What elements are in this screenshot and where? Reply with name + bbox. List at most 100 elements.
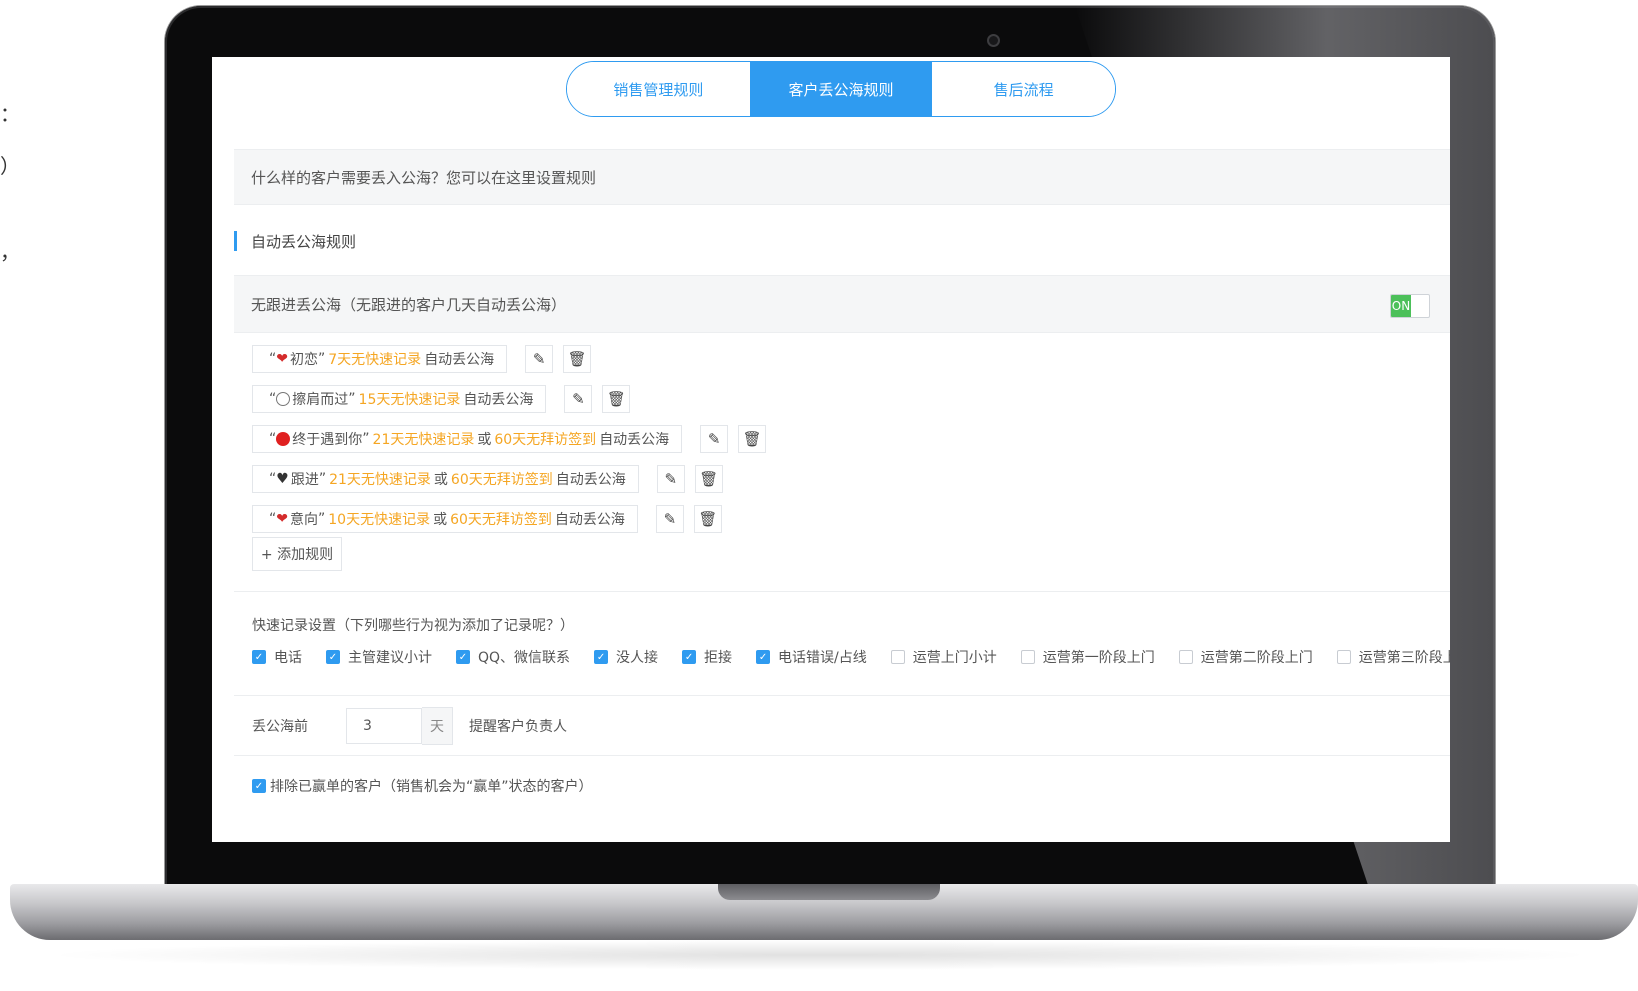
pencil-icon: ✎ bbox=[664, 470, 678, 488]
delete-rule-button[interactable]: 🗑 bbox=[563, 345, 592, 373]
section-title-text: 自动丢公海规则 bbox=[251, 232, 357, 251]
rule-condition: 21天无快速记录 bbox=[329, 472, 431, 488]
option-stage3-visit[interactable]: 运营第三阶段上门 bbox=[1336, 647, 1450, 667]
option-rejected[interactable]: ✓ 拒接 bbox=[682, 647, 732, 667]
edit-rule-button[interactable]: ✎ bbox=[525, 345, 554, 373]
option-label: 运营上门小计 bbox=[912, 650, 997, 666]
rule-text: “ 擦肩而过 ” 15天无快速记录 自动丢公海 bbox=[252, 385, 547, 413]
edit-rule-button[interactable]: ✎ bbox=[564, 385, 593, 413]
rule-condition-2: 60天无拜访签到 bbox=[450, 472, 553, 488]
checkbox[interactable]: ✓ bbox=[756, 650, 771, 664]
option-stage2-visit[interactable]: 运营第二阶段上门 bbox=[1178, 647, 1313, 667]
rule-stage-name: 终于遇到你 bbox=[292, 432, 363, 448]
delete-rule-button[interactable]: 🗑 bbox=[694, 465, 723, 493]
exclude-won-option[interactable]: ✓ 排除已赢单的客户（销售机会为“赢单”状态的客户） bbox=[252, 776, 593, 796]
tab-customer-pool-rules[interactable]: 客户丢公海规则 bbox=[749, 62, 933, 116]
rule-condition: 21天无快速记录 bbox=[372, 432, 475, 448]
circle-empty-icon bbox=[276, 392, 291, 406]
remind-days-input[interactable]: 3 bbox=[346, 708, 422, 744]
exclude-won-label: 排除已赢单的客户（销售机会为“赢单”状态的客户） bbox=[270, 779, 593, 795]
checkbox[interactable]: ✓ bbox=[252, 650, 266, 664]
laptop-shadow bbox=[40, 940, 1600, 970]
quote-close: ” bbox=[348, 391, 356, 407]
option-qq-wechat[interactable]: ✓ QQ、微信联系 bbox=[456, 647, 570, 667]
checkbox[interactable]: ✓ bbox=[682, 650, 697, 664]
quote-close: ” bbox=[318, 471, 327, 487]
pencil-icon: ✎ bbox=[663, 510, 677, 528]
option-supervisor-note[interactable]: ✓ 主管建议小计 bbox=[326, 647, 432, 667]
checkbox[interactable] bbox=[1178, 650, 1193, 664]
rule-suffix: 自动丢公海 bbox=[463, 392, 534, 408]
option-ops-visit[interactable]: 运营上门小计 bbox=[890, 647, 997, 667]
rule-text: “ ❤ 初恋 ” 7天无快速记录 自动丢公海 bbox=[252, 345, 508, 373]
edit-rule-button[interactable]: ✎ bbox=[656, 465, 685, 493]
checkbox[interactable] bbox=[1020, 650, 1035, 664]
trash-icon: 🗑 bbox=[742, 430, 762, 448]
remind-row: 丢公海前 3 天 提醒客户负责人 bbox=[252, 707, 567, 745]
delete-rule-button[interactable]: 🗑 bbox=[738, 425, 767, 453]
pencil-icon: ✎ bbox=[707, 430, 721, 448]
heart-icon: ❤ bbox=[276, 351, 288, 367]
quick-record-title: 快速记录设置（下列哪些行为视为添加了记录呢？） bbox=[252, 618, 574, 634]
tab-sales-rules[interactable]: 销售管理规则 bbox=[567, 62, 750, 116]
rule-row: “ 擦肩而过 ” 15天无快速记录 自动丢公海 ✎ 🗑 bbox=[252, 385, 631, 413]
option-wrong-number[interactable]: ✓ 电话错误/占线 bbox=[756, 647, 867, 667]
divider bbox=[234, 755, 1450, 756]
rule-suffix: 自动丢公海 bbox=[424, 352, 495, 368]
rule-tabs: 销售管理规则 客户丢公海规则 售后流程 bbox=[566, 61, 1116, 117]
rule-row: “ ♥ 跟进 ” 21天无快速记录 或 60天无拜访签到 自动丢公海 ✎ 🗑 bbox=[252, 465, 723, 493]
section-accent-bar bbox=[234, 231, 237, 251]
option-label: 运营第一阶段上门 bbox=[1042, 650, 1155, 666]
rule-suffix: 自动丢公海 bbox=[599, 432, 670, 448]
option-stage1-visit[interactable]: 运营第一阶段上门 bbox=[1020, 647, 1155, 667]
quote-open: “ bbox=[269, 391, 277, 407]
remind-unit: 天 bbox=[422, 707, 453, 745]
rule-row: “ ❤ 初恋 ” 7天无快速记录 自动丢公海 ✎ 🗑 bbox=[252, 345, 592, 373]
checkbox[interactable]: ✓ bbox=[456, 650, 470, 664]
option-label: 电话错误/占线 bbox=[778, 650, 867, 666]
quote-close: ” bbox=[318, 351, 326, 367]
quote-open: “ bbox=[269, 431, 277, 447]
trash-icon: 🗑 bbox=[698, 510, 718, 528]
add-rule-button[interactable]: + 添加规则 bbox=[252, 537, 342, 571]
option-label: 电话 bbox=[274, 650, 302, 666]
remind-suffix: 提醒客户负责人 bbox=[469, 719, 567, 735]
heart-dark-icon: ♥ bbox=[276, 471, 289, 487]
option-label: 运营第二阶段上门 bbox=[1200, 650, 1313, 666]
app-screen: 销售管理规则 客户丢公海规则 售后流程 什么样的客户需要丢入公海？您可以在这里设… bbox=[212, 57, 1450, 842]
trash-icon: 🗑 bbox=[567, 350, 587, 368]
rule-stage-name: 擦肩而过 bbox=[292, 392, 349, 408]
tab-after-sales[interactable]: 售后流程 bbox=[932, 62, 1115, 116]
trash-icon: 🗑 bbox=[699, 470, 719, 488]
circle-red-icon bbox=[276, 432, 291, 446]
rule-text: “ ♥ 跟进 ” 21天无快速记录 或 60天无拜访签到 自动丢公海 bbox=[252, 465, 639, 493]
option-no-answer[interactable]: ✓ 没人接 bbox=[594, 647, 658, 667]
rule-stage-name: 初恋 bbox=[290, 352, 318, 368]
rule-or: 或 bbox=[477, 432, 492, 448]
rule-suffix: 自动丢公海 bbox=[555, 472, 626, 488]
auto-drop-toggle[interactable]: ON bbox=[1390, 294, 1430, 318]
rule-or: 或 bbox=[433, 512, 448, 528]
checkbox[interactable]: ✓ bbox=[594, 650, 609, 664]
checkbox[interactable]: ✓ bbox=[326, 650, 340, 664]
rule-condition: 7天无快速记录 bbox=[328, 352, 422, 368]
edit-rule-button[interactable]: ✎ bbox=[655, 505, 684, 533]
quick-record-options: ✓ 电话 ✓ 主管建议小计 ✓ QQ、微信联系 ✓ 没人接 ✓ 拒接 ✓ 电话错误/占线 运… bbox=[252, 647, 1450, 667]
option-label: 运营第三阶段上门 bbox=[1358, 650, 1450, 666]
edge-text-2: ） bbox=[0, 154, 20, 178]
delete-rule-button[interactable]: 🗑 bbox=[602, 385, 631, 413]
edit-rule-button[interactable]: ✎ bbox=[700, 425, 729, 453]
quote-open: “ bbox=[269, 351, 277, 367]
option-phone[interactable]: ✓ 电话 bbox=[252, 647, 302, 667]
rule-condition: 15天无快速记录 bbox=[358, 392, 461, 408]
checkbox[interactable] bbox=[890, 650, 905, 664]
rule-group-header: 无跟进丢公海（无跟进的客户几天自动丢公海） ON bbox=[234, 275, 1450, 333]
checkbox[interactable] bbox=[1336, 650, 1351, 664]
quote-open: “ bbox=[269, 511, 277, 527]
rule-text: “ 终于遇到你 ” 21天无快速记录 或 60天无拜访签到 自动丢公海 bbox=[252, 425, 683, 453]
trash-icon: 🗑 bbox=[606, 390, 626, 408]
remind-prefix: 丢公海前 bbox=[252, 719, 308, 735]
checkbox[interactable]: ✓ bbox=[252, 779, 266, 793]
delete-rule-button[interactable]: 🗑 bbox=[693, 505, 722, 533]
divider bbox=[234, 695, 1450, 696]
